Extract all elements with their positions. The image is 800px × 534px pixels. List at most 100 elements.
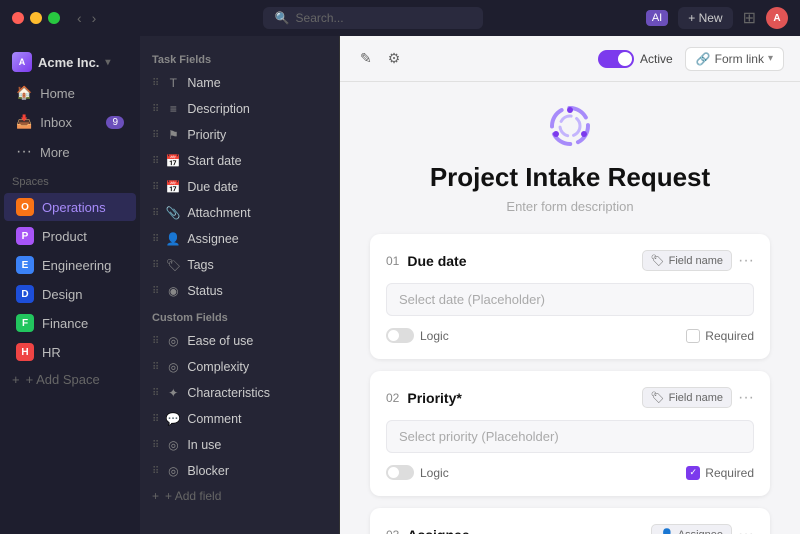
card-footer: Logic Required [386,328,754,343]
field-name-badge[interactable]: 🏷 Field name [642,250,732,271]
back-button[interactable]: ‹ [74,10,85,26]
sidebar-item-product[interactable]: P Product [4,222,136,250]
custom-field-complexity[interactable]: ⠿ ◎ Complexity [140,354,339,380]
field-priority[interactable]: ⠿ ⚑ Priority [140,122,339,148]
add-field-label: + Add field [165,489,221,503]
sidebar-item-more[interactable]: ··· More [4,137,136,167]
badge-label: Field name [669,392,723,404]
spaces-section-label: Spaces [0,168,140,192]
form-title: Project Intake Request [430,162,710,193]
field-status[interactable]: ⠿ ◉ Status [140,278,339,304]
form-card-due-date: 01 Due date 🏷 Field name ··· Select date… [370,234,770,359]
field-attachment[interactable]: ⠿ 📎 Attachment [140,200,339,226]
avatar[interactable]: A [766,7,788,29]
priority-placeholder[interactable]: Select priority (Placeholder) [386,420,754,453]
drag-handle: ⠿ [152,208,159,219]
task-fields-section: Task Fields [140,46,339,70]
new-button[interactable]: + New [678,7,732,29]
sidebar-item-design[interactable]: D Design [4,280,136,308]
sidebar: A Acme Inc. ▾ 🏠 Home 📥 Inbox 9 ··· More … [0,36,140,534]
home-icon: 🏠 [16,85,32,101]
logic-toggle[interactable] [386,328,414,343]
drag-handle: ⠿ [152,286,159,297]
edit-button[interactable]: ✎ [356,46,376,71]
custom-field-in-use[interactable]: ⠿ ◎ In use [140,432,339,458]
field-description[interactable]: ⠿ ≡ Description [140,96,339,122]
field-due-date[interactable]: ⠿ 📅 Due date [140,174,339,200]
sidebar-item-hr[interactable]: H HR [4,338,136,366]
sidebar-more-label: More [40,145,70,160]
add-space-button[interactable]: + + Add Space [0,367,140,392]
status-field-icon: ◉ [165,283,181,299]
required-label: Required [705,329,754,343]
custom-fields-section: Custom Fields [140,304,339,328]
product-label: Product [42,229,87,244]
forward-button[interactable]: › [89,10,100,26]
field-status-label: Status [187,284,222,298]
drag-handle: ⠿ [152,104,159,115]
engineering-avatar: E [16,256,34,274]
design-avatar: D [16,285,34,303]
settings-button[interactable]: ⚙ [384,46,405,71]
custom-field-comment[interactable]: ⠿ 💬 Comment [140,406,339,432]
name-field-icon: T [165,75,181,91]
sidebar-item-finance[interactable]: F Finance [4,309,136,337]
search-bar: 🔍 Search... [107,7,637,29]
card-menu-button[interactable]: ··· [738,389,754,407]
required-label: Required [705,466,754,480]
sidebar-item-operations[interactable]: O Operations [4,193,136,221]
assignee-badge[interactable]: 👤 Assignee [651,524,732,534]
card-menu-button[interactable]: ··· [738,526,754,534]
search-placeholder: Search... [296,11,344,25]
characteristics-field-icon: ✦ [165,385,181,401]
description-field-icon: ≡ [165,101,181,117]
custom-field-in-use-label: In use [187,438,221,452]
logic-toggle[interactable] [386,465,414,480]
field-start-date[interactable]: ⠿ 📅 Start date [140,148,339,174]
field-name-badge[interactable]: 🏷 Field name [642,387,732,408]
active-toggle[interactable] [598,50,634,68]
inbox-icon: 📥 [16,114,32,130]
date-placeholder[interactable]: Select date (Placeholder) [386,283,754,316]
form-link-button[interactable]: 🔗 Form link ▾ [685,47,784,71]
custom-field-comment-label: Comment [187,412,241,426]
custom-field-characteristics[interactable]: ⠿ ✦ Characteristics [140,380,339,406]
badge-label: Assignee [678,529,723,534]
sidebar-item-inbox[interactable]: 📥 Inbox 9 [4,108,136,136]
maximize-dot[interactable] [48,12,60,24]
drag-handle: ⠿ [152,466,159,477]
custom-field-ease[interactable]: ⠿ ◎ Ease of use [140,328,339,354]
card-header: 02 Priority* 🏷 Field name ··· [386,387,754,408]
nav-arrows: ‹ › [74,10,99,26]
sidebar-inbox-label: Inbox [40,115,72,130]
field-name[interactable]: ⠿ T Name [140,70,339,96]
card-menu-button[interactable]: ··· [738,252,754,270]
active-label: Active [640,52,673,66]
card-footer: Logic ✓ Required [386,465,754,480]
grid-button[interactable]: ⊞ [743,8,756,28]
add-field-button[interactable]: + + Add field [140,484,339,508]
assignee-field-icon: 👤 [165,231,181,247]
titlebar: ‹ › 🔍 Search... AI + New ⊞ A [0,0,800,36]
sidebar-item-home[interactable]: 🏠 Home [4,79,136,107]
required-checkbox[interactable] [686,329,700,343]
active-toggle-group: Active [598,50,673,68]
drag-handle: ⠿ [152,130,159,141]
card-field-name: Due date [407,253,641,269]
sidebar-item-engineering[interactable]: E Engineering [4,251,136,279]
minimize-dot[interactable] [30,12,42,24]
required-checkbox[interactable]: ✓ [686,466,700,480]
search-input[interactable]: 🔍 Search... [263,7,483,29]
card-header: 01 Due date 🏷 Field name ··· [386,250,754,271]
field-tags[interactable]: ⠿ 🏷 Tags [140,252,339,278]
custom-field-characteristics-label: Characteristics [187,386,270,400]
more-icon: ··· [16,143,32,161]
workspace[interactable]: A Acme Inc. ▾ [0,46,140,78]
custom-field-blocker-label: Blocker [187,464,229,478]
form-card-priority: 02 Priority* 🏷 Field name ··· Select pri… [370,371,770,496]
card-num: 01 [386,254,399,268]
field-assignee[interactable]: ⠿ 👤 Assignee [140,226,339,252]
close-dot[interactable] [12,12,24,24]
custom-field-blocker[interactable]: ⠿ ◎ Blocker [140,458,339,484]
form-toolbar: ✎ ⚙ Active 🔗 Form link ▾ [340,36,800,82]
